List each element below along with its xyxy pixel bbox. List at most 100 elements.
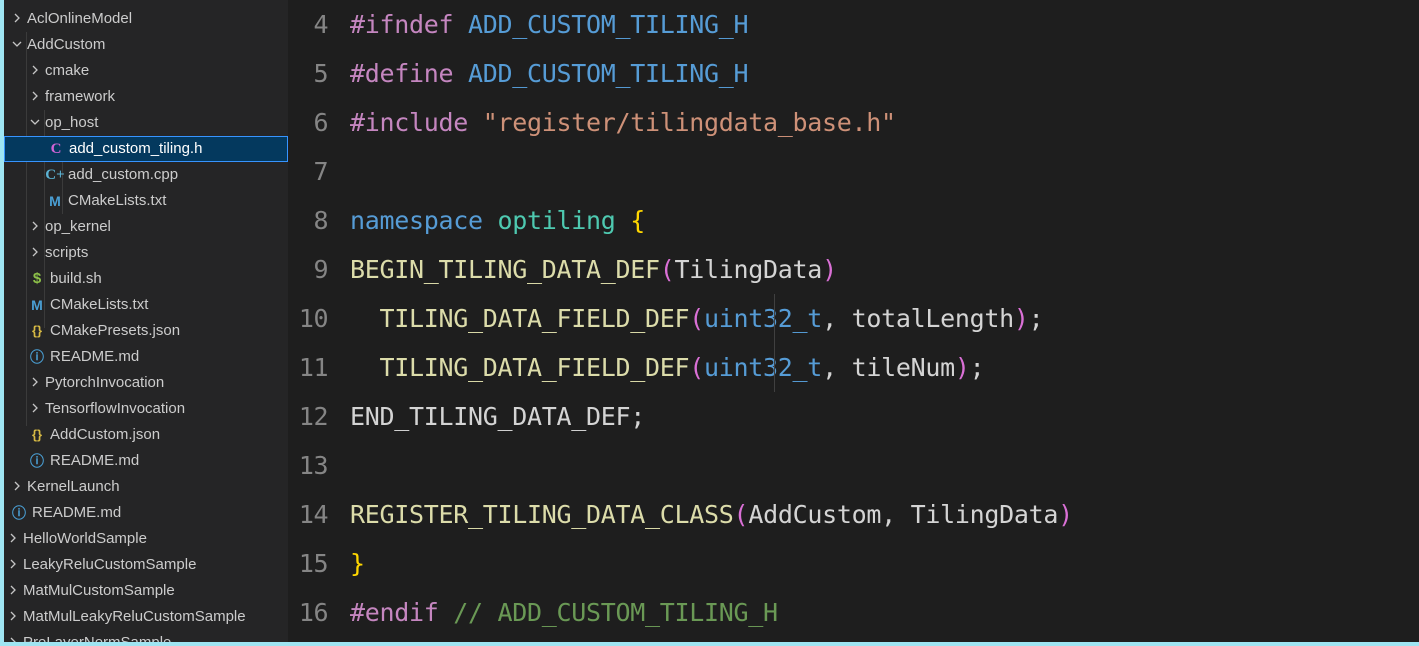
tree-folder-row[interactable]: MatMulLeakyReluCustomSample [4,604,288,630]
chevron-right-icon[interactable] [4,585,21,595]
chevron-right-icon[interactable] [4,533,21,543]
chevron-right-icon[interactable] [4,637,21,642]
tree-item-label: PreLayerNormSample [21,630,171,642]
tree-file-row[interactable]: Cadd_custom_tiling.h [4,136,288,162]
chevron-right-icon[interactable] [26,91,43,101]
tree-file-row[interactable]: $ build.sh [4,266,288,292]
code-token: uint32_t [704,304,823,333]
line-number: 7 [313,157,328,186]
line-content[interactable]: BEGIN_TILING_DATA_DEF(TilingData) [350,245,1419,294]
tree-item-label: TensorflowInvocation [45,400,186,417]
line-content[interactable]: TILING_DATA_FIELD_DEF(uint32_t, tileNum)… [350,343,1419,392]
tree-item-label: LeakyReluCustomSample [23,556,197,573]
line-content[interactable]: #endif // ADD_CUSTOM_TILING_H [350,588,1419,637]
line-content[interactable]: TILING_DATA_FIELD_DEF(uint32_t, totalLen… [350,294,1419,343]
tree-file-row[interactable]: ⓘ README.md [4,500,288,526]
code-token: ; [1028,304,1044,333]
code-line[interactable]: 12 END_TILING_DATA_DEF; [288,392,1419,441]
chevron-right-icon[interactable] [8,13,25,23]
code-token: ; [969,353,985,382]
tree-item-label: AddCustom.json [50,426,161,443]
tree-file-row[interactable]: ⓘ README.md [4,344,288,370]
code-token: ADD_CUSTOM_TILING_H [468,10,749,39]
tree-item-label: op_kernel [45,218,111,235]
tree-folder-row[interactable]: HelloWorldSample [4,526,288,552]
tree-folder-row[interactable]: scripts [4,240,288,266]
chevron-right-icon[interactable] [8,481,25,491]
chevron-down-icon[interactable] [26,117,43,127]
line-number: 11 [298,353,329,382]
tree-item-label: AclOnlineModel [27,10,133,27]
line-content[interactable]: #include "register/tilingdata_base.h" [350,98,1419,147]
code-token: TILING_DATA_FIELD_DEF [350,353,690,382]
chevron-down-icon[interactable] [8,39,25,49]
tree-folder-row[interactable]: MatMulCustomSample [4,578,288,604]
code-lines[interactable]: 4 #ifndef ADD_CUSTOM_TILING_H 5 #define ADD… [288,0,1419,637]
code-token: AddCustom, TilingData [748,500,1059,529]
line-content[interactable]: } [350,539,1419,588]
code-token: ADD_CUSTOM_TILING_H [468,59,749,88]
code-line[interactable]: 10 TILING_DATA_FIELD_DEF(uint32_t, total… [288,294,1419,343]
tree-folder-row[interactable]: AddCustom [4,32,288,58]
json-file-icon: {} [31,323,43,338]
tree-file-row[interactable]: {} CMakePresets.json [4,318,288,344]
code-editor-pane[interactable]: 4 #ifndef ADD_CUSTOM_TILING_H 5 #define ADD… [288,0,1419,642]
tree-item-label: MatMulCustomSample [23,582,175,599]
tree-item-label: PytorchInvocation [45,374,165,391]
tree-file-row[interactable]: C+ add_custom.cpp [4,162,288,188]
tree-file-row[interactable]: M CMakeLists.txt [4,188,288,214]
tree-folder-row[interactable]: framework [4,84,288,110]
code-line[interactable]: 6 #include "register/tilingdata_base.h" [288,98,1419,147]
tree-folder-row[interactable]: op_kernel [4,214,288,240]
line-content[interactable]: #define ADD_CUSTOM_TILING_H [350,49,1419,98]
chevron-right-icon[interactable] [26,247,43,257]
explorer-sidebar[interactable]: AclOnlineModel AddCustom cmake framework op_… [4,0,288,642]
tree-folder-row[interactable]: PreLayerNormSample [4,630,288,642]
code-line[interactable]: 9 BEGIN_TILING_DATA_DEF(TilingData) [288,245,1419,294]
tree-item-label: README.md [50,452,140,469]
tree-item-label: build.sh [50,270,102,287]
code-line[interactable]: 14 REGISTER_TILING_DATA_CLASS(AddCustom, … [288,490,1419,539]
code-token: #ifndef [350,10,469,39]
code-line[interactable]: 7 [288,147,1419,196]
line-number: 9 [313,255,328,284]
tree-item-label: add_custom_tiling.h [69,140,203,157]
chevron-right-icon[interactable] [26,221,43,231]
code-line[interactable]: 13 [288,441,1419,490]
tree-folder-row[interactable]: op_host [4,110,288,136]
code-line[interactable]: 4 #ifndef ADD_CUSTOM_TILING_H [288,0,1419,49]
code-token: "register/tilingdata_base.h" [482,108,896,137]
code-line[interactable]: 8 namespace optiling { [288,196,1419,245]
code-token: #endif [350,598,454,627]
code-token: TilingData [674,255,823,284]
tree-folder-row[interactable]: PytorchInvocation [4,370,288,396]
code-line[interactable]: 15} [288,539,1419,588]
chevron-right-icon[interactable] [26,377,43,387]
line-number: 10 [298,304,329,333]
chevron-right-icon[interactable] [4,611,21,621]
tree-folder-row[interactable]: TensorflowInvocation [4,396,288,422]
tree-folder-row[interactable]: LeakyReluCustomSample [4,552,288,578]
line-content[interactable] [350,147,1419,196]
tree-folder-row[interactable]: KernelLaunch [4,474,288,500]
line-content[interactable]: namespace optiling { [350,196,1419,245]
chevron-right-icon[interactable] [26,65,43,75]
tree-file-row[interactable]: ⓘ README.md [4,448,288,474]
line-content[interactable] [350,441,1419,490]
code-line[interactable]: 11 TILING_DATA_FIELD_DEF(uint32_t, tileN… [288,343,1419,392]
code-line[interactable]: 5 #define ADD_CUSTOM_TILING_H [288,49,1419,98]
code-line[interactable]: 16 #endif // ADD_CUSTOM_TILING_H [288,588,1419,637]
file-tree-list[interactable]: AclOnlineModel AddCustom cmake framework op_… [4,6,288,642]
tree-folder-row[interactable]: AclOnlineModel [4,6,288,32]
tree-item-label: cmake [45,62,90,79]
tree-file-row[interactable]: M CMakeLists.txt [4,292,288,318]
code-token: namespace [350,206,498,235]
code-token: ) [954,353,970,382]
tree-folder-row[interactable]: cmake [4,58,288,84]
chevron-right-icon[interactable] [26,403,43,413]
chevron-right-icon[interactable] [4,559,21,569]
line-content[interactable]: END_TILING_DATA_DEF; [350,392,1419,441]
line-content[interactable]: REGISTER_TILING_DATA_CLASS(AddCustom, Ti… [350,490,1419,539]
line-content[interactable]: #ifndef ADD_CUSTOM_TILING_H [350,0,1419,49]
tree-file-row[interactable]: {} AddCustom.json [4,422,288,448]
